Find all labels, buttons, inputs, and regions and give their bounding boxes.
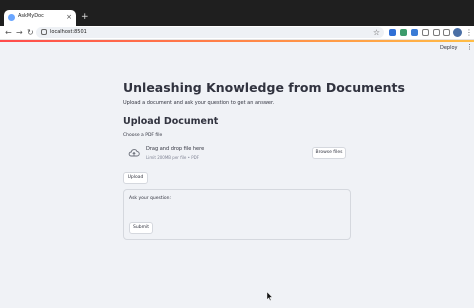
bookmark-star-icon[interactable]: ☆ — [373, 27, 380, 38]
browser-toolbar: ← → ↻ localhost:8501 ☆ ⋮ — [0, 26, 474, 40]
extension-icon[interactable] — [411, 29, 418, 36]
browse-files-button[interactable]: Browse files — [312, 147, 346, 159]
forward-button[interactable]: → — [16, 27, 23, 39]
app-menu-icon[interactable]: ⋮ — [466, 43, 473, 52]
browser-tab-strip: AskMyDoc × + — [0, 0, 474, 26]
profile-avatar[interactable] — [453, 28, 462, 37]
app-container: Deploy ⋮ Unleashing Knowledge from Docum… — [0, 42, 474, 308]
dropzone-limit: Limit 200MB per file • PDF — [146, 155, 199, 160]
question-label: Ask your question: — [129, 196, 171, 201]
address-bar[interactable]: localhost:8501 ☆ — [36, 27, 384, 38]
file-dropzone[interactable]: Drag and drop file here Limit 200MB per … — [123, 140, 351, 167]
streamlit-favicon-icon — [8, 14, 15, 21]
extension-icon[interactable] — [400, 29, 407, 36]
back-button[interactable]: ← — [5, 27, 12, 39]
site-info-icon[interactable] — [41, 29, 47, 35]
file-uploader-label: Choose a PDF file — [123, 133, 163, 138]
upload-section-title: Upload Document — [123, 116, 219, 127]
submit-button[interactable]: Submit — [129, 222, 153, 234]
extension-icon[interactable] — [422, 29, 429, 36]
deploy-button[interactable]: Deploy — [440, 45, 458, 51]
extensions-puzzle-icon[interactable] — [433, 29, 440, 36]
question-form: Ask your question: Submit — [123, 189, 351, 240]
page-subtitle: Upload a document and ask your question … — [123, 100, 275, 106]
page-title: Unleashing Knowledge from Documents — [123, 80, 405, 95]
upload-button[interactable]: Upload — [123, 172, 148, 184]
browser-tab[interactable]: AskMyDoc × — [4, 10, 76, 26]
mouse-pointer-icon — [267, 292, 273, 301]
tab-title: AskMyDoc — [18, 13, 44, 19]
tab-close-icon[interactable]: × — [66, 12, 72, 22]
cloud-upload-icon — [128, 149, 140, 157]
browser-menu-icon[interactable]: ⋮ — [465, 27, 473, 39]
url-text[interactable]: localhost:8501 — [50, 29, 87, 35]
extension-icon[interactable] — [389, 29, 396, 36]
dropzone-title: Drag and drop file here — [146, 146, 205, 152]
reload-button[interactable]: ↻ — [27, 27, 34, 39]
side-panel-icon[interactable] — [443, 29, 450, 36]
new-tab-button[interactable]: + — [81, 11, 89, 23]
